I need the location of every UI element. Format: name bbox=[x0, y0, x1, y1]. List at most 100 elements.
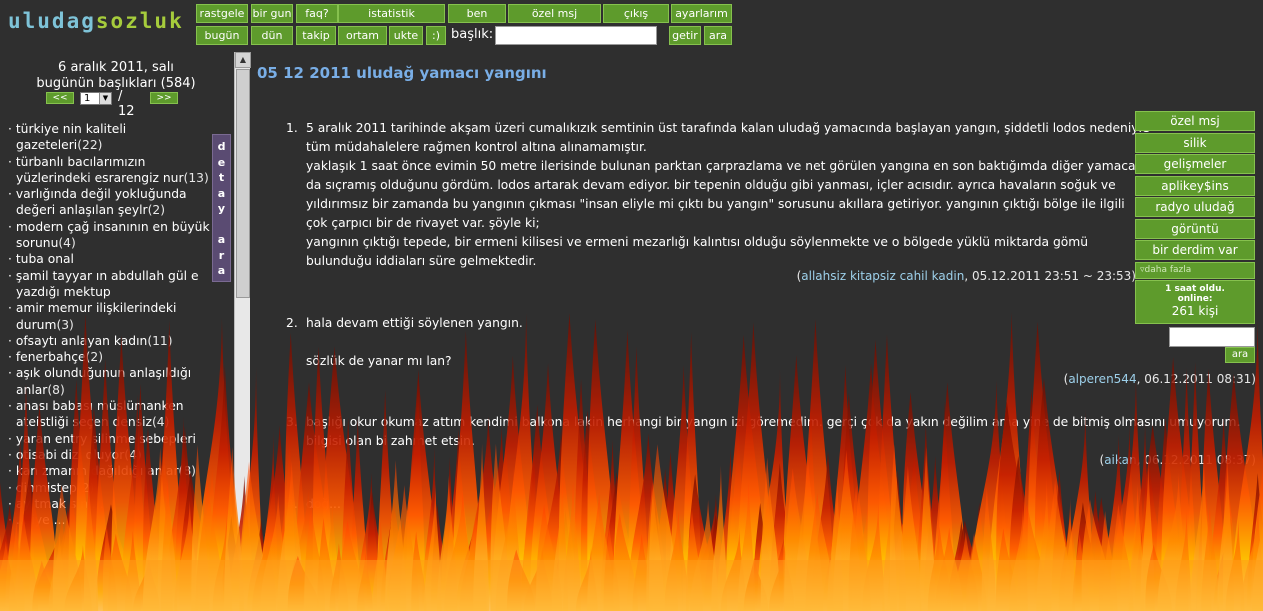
topic-item[interactable]: kan zmanın dağıldığı anlar(8) bbox=[8, 463, 214, 479]
detay-ara-tab[interactable]: detayara bbox=[212, 134, 231, 282]
flame-tongue bbox=[1128, 483, 1145, 611]
topic-title-link[interactable]: kan zmanın dağıldığı anlar bbox=[16, 464, 179, 478]
getir-button[interactable]: getir bbox=[669, 26, 701, 45]
topic-title-link[interactable]: ... iye ... bbox=[16, 513, 66, 527]
flame-tongue bbox=[987, 312, 1027, 611]
flame-tongue bbox=[575, 546, 598, 611]
entry-number[interactable]: 3. bbox=[286, 413, 298, 432]
topic-item[interactable]: fenerbahçe(2) bbox=[8, 349, 214, 365]
flame-tongue bbox=[277, 460, 304, 611]
topic-item[interactable]: ofsaytı anlayan kadın(11) bbox=[8, 333, 214, 349]
topic-title[interactable]: 05 12 2011 uludağ yamacı yangını bbox=[257, 64, 547, 82]
nav-button-row2-5[interactable]: ukte bbox=[389, 26, 423, 45]
right-menu-item[interactable]: gelişmeler bbox=[1135, 154, 1255, 174]
entry-author[interactable]: allahsiz kitapsiz cahil kadin bbox=[801, 269, 964, 283]
search-button[interactable]: ara bbox=[704, 26, 732, 45]
nav-button-row2-2[interactable]: dün bbox=[251, 26, 293, 45]
entry-number[interactable]: 4. bbox=[286, 495, 298, 514]
entry-signature: (aikan, 06.12.2011 08:37) bbox=[1100, 451, 1257, 470]
page-select-value: 1 bbox=[84, 93, 91, 104]
topic-title-link[interactable]: ofsaytı anlayan kadın bbox=[16, 334, 147, 348]
entry-author[interactable]: alperen544 bbox=[1068, 372, 1136, 386]
right-menu-item[interactable]: aplikey$ins bbox=[1135, 175, 1255, 196]
topic-title-link[interactable]: türkiye nin kaliteli gazeteleri bbox=[16, 122, 126, 152]
nav-button-row1-7[interactable]: çıkış bbox=[603, 4, 669, 23]
topic-title-link[interactable]: ay tmak s n ... bbox=[16, 497, 104, 511]
topic-title-link[interactable]: fenerbahçe bbox=[16, 350, 86, 364]
flame-tongue bbox=[1175, 509, 1192, 611]
topic-item[interactable]: tuba onal bbox=[8, 251, 214, 267]
topic-title-link[interactable]: dinmistep bbox=[16, 481, 77, 495]
topic-item[interactable]: otisabi dizi oluyor(4) bbox=[8, 447, 214, 463]
flame-tongue bbox=[14, 515, 39, 611]
flame-tongue bbox=[64, 544, 92, 611]
topic-item[interactable]: ... iye ... bbox=[8, 512, 214, 528]
topic-entry-count: (8) bbox=[178, 464, 196, 479]
logo-part-2: sozluk bbox=[95, 9, 184, 33]
flame-tongue bbox=[32, 560, 58, 611]
nav-button-row2-6[interactable]: :) bbox=[426, 26, 446, 45]
nav-button-row1-6[interactable]: özel msj bbox=[508, 4, 601, 23]
topic-title-link[interactable]: amir memur ilişkilerindeki durum bbox=[16, 301, 177, 331]
nav-button-row1-3[interactable]: faq? bbox=[296, 4, 338, 23]
nav-button-row1-8[interactable]: ayarlarım bbox=[671, 4, 732, 23]
site-logo[interactable]: uludagsozluk bbox=[8, 9, 184, 33]
scroll-up-icon[interactable]: ▲ bbox=[235, 52, 251, 68]
topic-item[interactable]: aşık olunduğunun anlaşıldığı anlar(8) bbox=[8, 365, 214, 398]
flame-tongue bbox=[1201, 505, 1220, 611]
topic-item[interactable]: modern çağ insanının en büyük sorunu(4) bbox=[8, 219, 214, 252]
nav-button-row1-1[interactable]: rastgele bbox=[196, 4, 248, 23]
right-menu-item[interactable]: silik bbox=[1135, 132, 1255, 153]
side-search-input[interactable] bbox=[1169, 327, 1255, 347]
nav-button-row2-3[interactable]: takip bbox=[296, 26, 336, 45]
right-menu-item[interactable]: özel msj bbox=[1135, 111, 1255, 131]
nav-button-row1-4[interactable]: istatistik bbox=[338, 4, 445, 23]
right-menu-item[interactable]: görüntü bbox=[1135, 218, 1255, 239]
topic-title-link[interactable]: yaran entry silinme sebepleri bbox=[16, 432, 196, 446]
prev-page-button[interactable]: << bbox=[46, 92, 74, 104]
nav-button-row1-5[interactable]: ben bbox=[448, 4, 506, 23]
flame-tongue bbox=[1223, 373, 1259, 611]
flame-tongue bbox=[890, 469, 908, 611]
topic-item[interactable]: türkiye nin kaliteli gazeteleri(22) bbox=[8, 121, 214, 154]
flame-tongue bbox=[459, 513, 487, 611]
flame-tongue bbox=[862, 502, 885, 611]
entry-number[interactable]: 2. bbox=[286, 314, 298, 333]
nav-button-row2-1[interactable]: bugün bbox=[196, 26, 248, 45]
topic-item[interactable]: ay tmak s n ... bbox=[8, 496, 214, 512]
flame-tongue bbox=[833, 450, 862, 611]
nav-button-row1-2[interactable]: bir gun bbox=[251, 4, 293, 23]
topic-item[interactable]: anası babası müslümanken ateistliği seçe… bbox=[8, 398, 214, 431]
sidebar-scrollbar[interactable]: ▲ bbox=[234, 52, 251, 611]
side-search-button[interactable]: ara bbox=[1225, 347, 1255, 363]
topic-title-link[interactable]: modern çağ insanının en büyük sorunu bbox=[16, 220, 210, 250]
topic-item[interactable]: yaran entry silinme sebepleri bbox=[8, 431, 214, 447]
topic-title-link[interactable]: tuba onal bbox=[16, 252, 74, 266]
topic-item[interactable]: türbanlı bacılarımızın yüzlerindeki esra… bbox=[8, 154, 214, 187]
page-select[interactable]: 1 ▼ bbox=[80, 92, 112, 105]
flame-tongue bbox=[440, 457, 458, 611]
topic-title-link[interactable]: türbanlı bacılarımızın yüzlerindeki esra… bbox=[16, 155, 184, 185]
topic-item[interactable]: varlığında değil yokluğunda değeri anlaş… bbox=[8, 186, 214, 219]
entry-number[interactable]: 1. bbox=[286, 119, 298, 138]
right-menu-item[interactable]: bir derdim var bbox=[1135, 240, 1255, 260]
topic-title-link[interactable]: otisabi dizi oluyor bbox=[16, 448, 124, 462]
topic-item[interactable]: amir memur ilişkilerindeki durum(3) bbox=[8, 300, 214, 333]
topic-item[interactable]: dinmistep(2) bbox=[8, 480, 214, 496]
right-menu-item[interactable]: radyo uludağ bbox=[1135, 197, 1255, 217]
flame-tongue bbox=[1110, 503, 1134, 611]
flame-tongue bbox=[277, 422, 297, 611]
next-page-button[interactable]: >> bbox=[150, 92, 178, 104]
flame-tongue bbox=[495, 466, 522, 611]
topic-title-link[interactable]: şamil tayyar ın abdullah gül e yazdığı m… bbox=[16, 269, 199, 299]
topic-entry-count: (8) bbox=[47, 382, 65, 397]
nav-button-row2-4[interactable]: ortam bbox=[338, 26, 387, 45]
title-search-input[interactable] bbox=[495, 26, 657, 45]
topic-item[interactable]: şamil tayyar ın abdullah gül e yazdığı m… bbox=[8, 268, 214, 301]
entry-author[interactable]: aikan bbox=[1104, 453, 1136, 467]
topic-title-link[interactable]: aşık olunduğunun anlaşıldığı anlar bbox=[16, 366, 191, 396]
more-link[interactable]: ▿daha fazla bbox=[1135, 261, 1255, 279]
flame-tongue bbox=[107, 533, 133, 611]
flame-tongue bbox=[1140, 461, 1155, 611]
scroll-thumb[interactable] bbox=[236, 69, 250, 298]
